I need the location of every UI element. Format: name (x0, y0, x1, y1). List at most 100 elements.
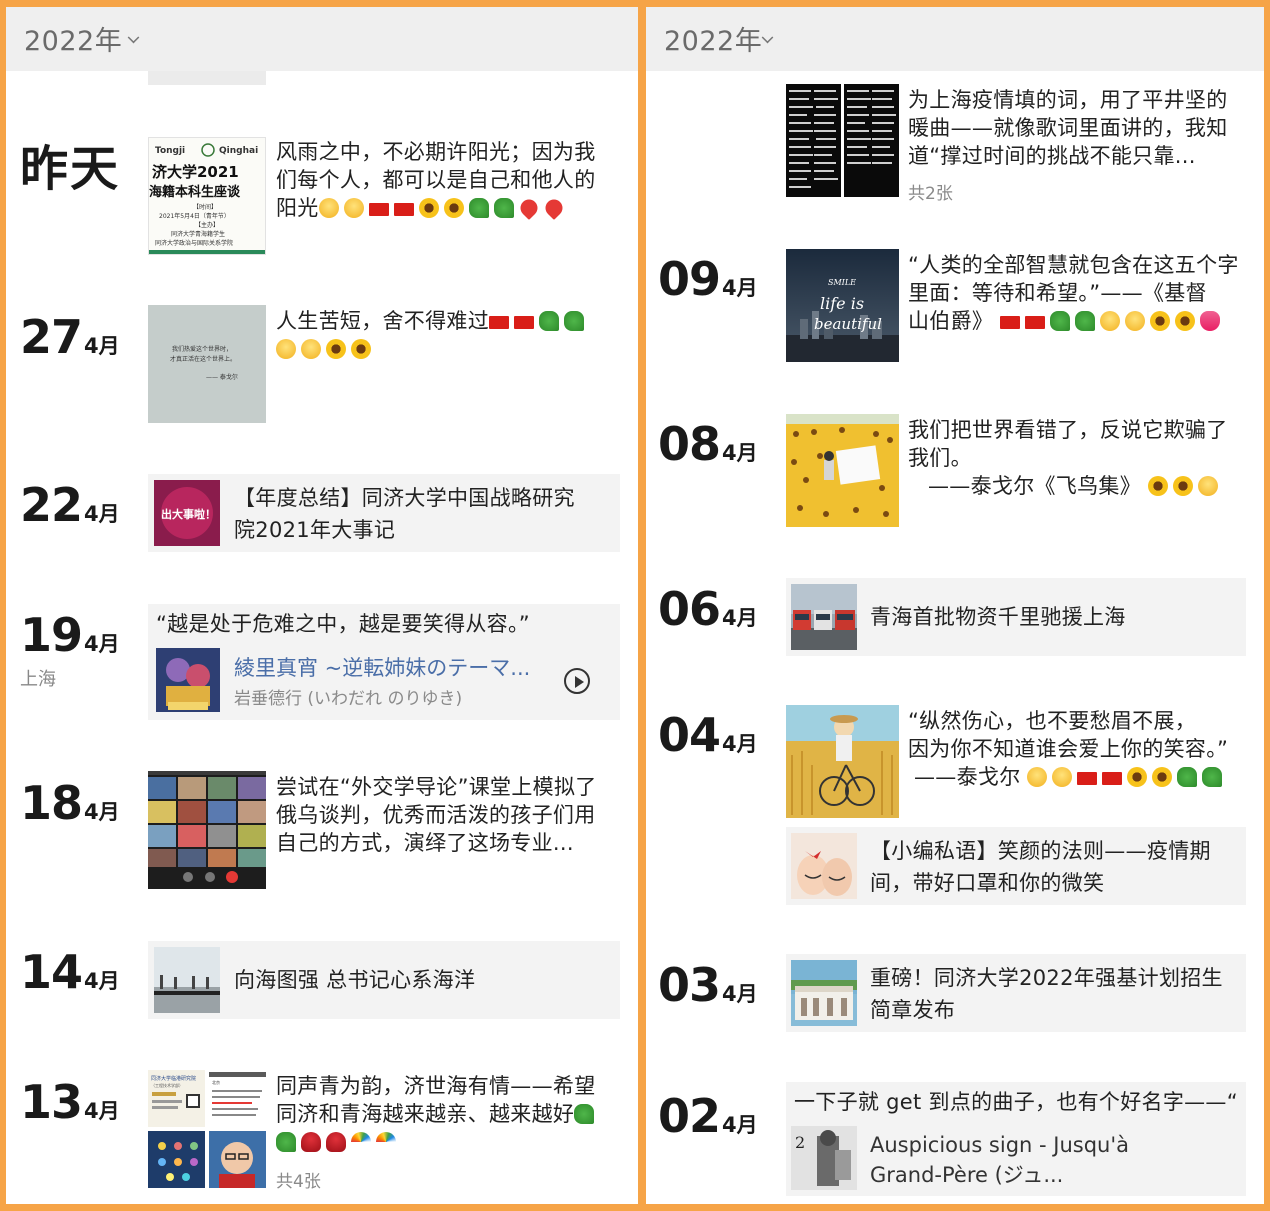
thumb-text: （工程技术学部） (151, 1082, 183, 1088)
thumb-text: 同济大学政治与国际关系学院 (155, 239, 233, 247)
emoji-row (489, 309, 589, 333)
sun-emoji-icon (1147, 476, 1168, 496)
post-text[interactable]: 风雨之中，不必期许阳光；因为我 们每个人，都可以是自己和他人的 阳光 (276, 138, 626, 222)
flag-emoji-icon (1102, 772, 1123, 785)
article-thumbnail: 出大事啦！ (154, 480, 220, 546)
article-title: 向海图强 总书记心系海洋 (234, 968, 476, 992)
post-thumbnail[interactable]: Tongji Qinghai 济大学2021 海籍本科生座谈 【时间】 2021… (148, 137, 266, 255)
shared-article-card[interactable]: 向海图强 总书记心系海洋 (148, 941, 620, 1019)
post-text[interactable]: “人类的全部智慧就包含在这五个字 里面：等待和希望。”——《基督 山伯爵》 (908, 251, 1254, 335)
year-selector[interactable]: 2022年 (646, 7, 1264, 71)
image-count: 共2张 (908, 184, 953, 204)
post-text[interactable]: 我们把世界看错了，反说它欺骗了 我们。 ——泰戈尔《飞鸟集》 (908, 416, 1254, 500)
clover-emoji-icon (1202, 767, 1223, 787)
post-thumbnail[interactable]: 我们热爱这个世界时， 才真正活在这个世界上。 —— 泰戈尔 (148, 305, 266, 423)
smile-emoji-icon (1027, 767, 1048, 787)
flag-emoji-icon (1077, 772, 1098, 785)
thumb-text: 我们热爱这个世界时， (172, 345, 232, 353)
article-title: 青海首批物资千里驰援上海 (870, 605, 1126, 629)
shared-article-card[interactable]: 青海首批物资千里驰援上海 (786, 578, 1246, 656)
clover-emoji-icon (493, 198, 514, 218)
flag-emoji-icon (1025, 316, 1046, 329)
article-thumbnail (791, 584, 857, 650)
flag-emoji-icon (393, 203, 414, 216)
smile-emoji-icon (1100, 311, 1121, 331)
clover-emoji-icon (574, 1104, 595, 1124)
flag-emoji-icon (1000, 316, 1021, 329)
year-selector[interactable]: 2022年 (6, 7, 638, 71)
smile-emoji-icon (1125, 311, 1146, 331)
shared-music-card[interactable]: 一下子就 get 到点的曲子，也有个好名字——“ 2 Auspicious si… (786, 1082, 1246, 1196)
sun-emoji-icon (351, 339, 371, 359)
heart-emoji-icon (516, 195, 541, 221)
sun-emoji-icon (1152, 767, 1173, 787)
emoji-row (1000, 309, 1225, 333)
post-thumbnail[interactable] (148, 771, 266, 889)
flag-emoji-icon (368, 203, 389, 216)
post-thumbnail-grid[interactable]: 同济大学临港研究院 （工程技术学部） 北京 (148, 1070, 266, 1188)
smile-emoji-icon (343, 198, 364, 218)
thumb-text: SMILE (828, 278, 856, 287)
emoji-row (574, 1102, 599, 1126)
sun-emoji-icon (326, 339, 346, 359)
play-icon[interactable] (564, 668, 590, 694)
post-text[interactable]: “纵然伤心，也不要愁眉不展， 因为你不知道谁会爱上你的笑容。” ——泰戈尔 (908, 707, 1254, 791)
post-text[interactable]: 尝试在“外交学导论”课堂上模拟了 俄乌谈判，优秀而活泼的孩子们用 自己的方式，演… (276, 773, 626, 857)
clover-emoji-icon (1075, 311, 1096, 331)
thumb-text: 济大学2021 (152, 163, 239, 181)
previous-item-stub (148, 71, 266, 85)
post-thumbnail[interactable] (786, 705, 899, 818)
flag-emoji-icon (489, 316, 509, 329)
emoji-row (318, 195, 569, 221)
rainbow-emoji-icon (351, 1132, 371, 1152)
timeline-panel-right: 2022年 为上海疫情填的词，用了平井坚的 暖曲——就像歌词里面讲的，我知 道“… (646, 7, 1264, 1204)
post-date: 064月 (658, 582, 758, 636)
post-date: 274月 (20, 310, 120, 364)
clover-emoji-icon (1050, 311, 1071, 331)
chevron-down-icon (761, 31, 774, 44)
shared-music-card[interactable]: “越是处于危难之中，越是要笑得从容。” 綾里真宵 ~逆転姉妹のテーマ... 岩垂… (148, 604, 620, 720)
clover-emoji-icon (1177, 767, 1198, 787)
thumb-text: life is (820, 294, 864, 313)
music-artist: 岩垂德行 (いわだれ のりゆき) (234, 689, 463, 709)
thumb-text: 2021年5月4日（青年节） (159, 212, 230, 220)
post-text[interactable]: 人生苦短，舍不得难过 (276, 307, 626, 363)
album-cover (156, 648, 220, 712)
year-label: 2022年 (24, 26, 123, 57)
sun-emoji-icon (418, 198, 439, 218)
article-title: 【小编私语】笑颜的法则——疫情期 间，带好口罩和你的微笑 (870, 839, 1211, 895)
sun-emoji-icon (1172, 476, 1193, 496)
post-date: 084月 (658, 417, 758, 471)
year-label: 2022年 (664, 26, 763, 57)
post-thumbnail-grid[interactable] (786, 84, 899, 197)
thumb-text: 2 (795, 1133, 805, 1152)
emoji-row (1027, 765, 1227, 789)
clover-emoji-icon (276, 1132, 296, 1152)
shared-article-card[interactable]: 重磅！同济大学2022年强基计划招生 简章发布 (786, 954, 1246, 1032)
emoji-row (276, 1130, 401, 1154)
thumb-text: 北京 (212, 1079, 220, 1085)
post-date: 034月 (658, 958, 758, 1012)
clover-emoji-icon (564, 311, 584, 331)
smile-emoji-icon (301, 339, 321, 359)
emoji-row (1147, 474, 1223, 498)
thumb-text: 才真正活在这个世界上。 (170, 355, 236, 363)
music-title: 綾里真宵 ~逆転姉妹のテーマ... (234, 656, 531, 680)
shared-article-card[interactable]: 【小编私语】笑颜的法则——疫情期 间，带好口罩和你的微笑 (786, 827, 1246, 905)
timeline-panel-left: 2022年 昨天 Tongji Qinghai 济大学2021 海籍本科生座谈 … (6, 7, 638, 1204)
article-title: 重磅！同济大学2022年强基计划招生 简章发布 (870, 966, 1223, 1022)
smile-emoji-icon (1197, 476, 1218, 496)
post-date: 224月 (20, 478, 120, 532)
heart-emoji-icon (541, 195, 566, 221)
thumb-text: —— 泰戈尔 (206, 373, 238, 381)
shared-article-card[interactable]: 出大事啦！ 【年度总结】同济大学中国战略研究 院2021年大事记 (148, 474, 620, 552)
post-thumbnail[interactable]: SMILE life is beautiful (786, 249, 899, 362)
image-count: 共4张 (276, 1172, 321, 1192)
thumb-text: 同济大学临港研究院 (151, 1075, 196, 1082)
smile-emoji-icon (276, 339, 296, 359)
post-thumbnail[interactable] (786, 414, 899, 527)
post-date: 024月 (658, 1089, 758, 1143)
rose-emoji-icon (301, 1132, 321, 1152)
post-text[interactable]: 为上海疫情填的词，用了平井坚的 暖曲——就像歌词里面讲的，我知 道“撑过时间的挑… (908, 86, 1254, 170)
post-text[interactable]: 同声青为韵，济世海有情——希望 同济和青海越来越亲、越来越好 (276, 1072, 626, 1156)
